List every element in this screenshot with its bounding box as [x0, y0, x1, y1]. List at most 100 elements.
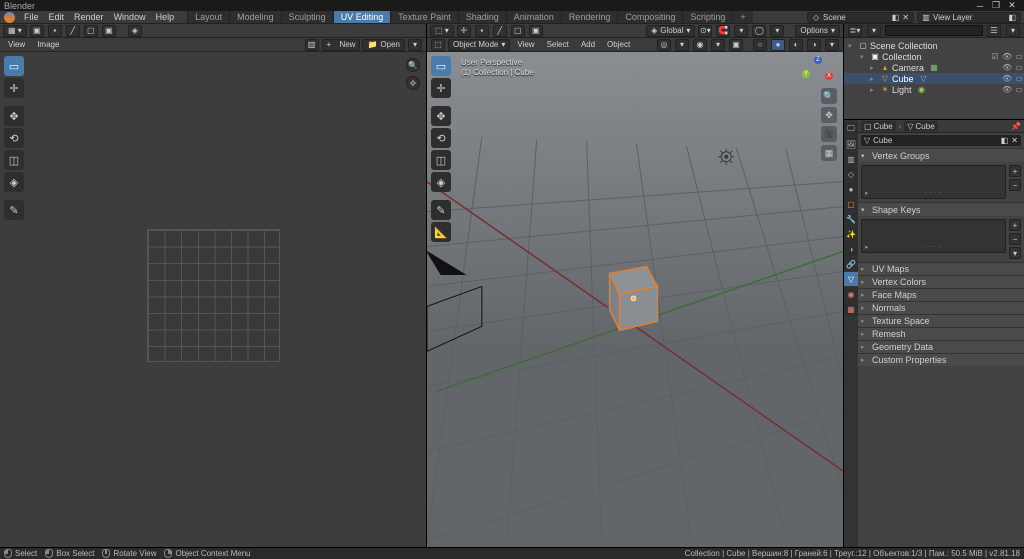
- mesh-unlink-icon[interactable]: ✕: [1011, 136, 1018, 145]
- menu-file[interactable]: File: [19, 12, 44, 22]
- panel-texture-space[interactable]: ▸Texture Space: [858, 314, 1024, 327]
- tree-camera[interactable]: ▸ ▴ Camera ▦ 👁 ▭: [844, 62, 1024, 73]
- tree-light[interactable]: ▸ ☀ Light ◉ 👁 ▭: [844, 84, 1024, 95]
- axis-z[interactable]: Z: [814, 56, 822, 64]
- outliner-filter-button[interactable]: ☰: [987, 25, 1001, 37]
- xray-toggle[interactable]: ▣: [729, 39, 743, 51]
- panel-remesh[interactable]: ▸Remesh: [858, 327, 1024, 340]
- menu-help[interactable]: Help: [151, 12, 180, 22]
- sk-remove-button[interactable]: −: [1009, 233, 1021, 245]
- tool-move[interactable]: ✥: [431, 106, 451, 126]
- axis-x[interactable]: X: [825, 72, 833, 80]
- view3d-menu-add[interactable]: Add: [576, 40, 600, 49]
- uv-menu-view[interactable]: View: [3, 40, 30, 49]
- viewlayer-selector[interactable]: ▥ View Layer ◧: [917, 12, 1021, 23]
- cube-disable[interactable]: ▭: [1014, 74, 1024, 83]
- ptab-physics[interactable]: ◑: [844, 242, 858, 256]
- camera-hide[interactable]: 👁: [1002, 63, 1012, 72]
- snap-type-button[interactable]: ▾: [734, 25, 748, 37]
- uv-pan-button[interactable]: ✥: [406, 76, 420, 90]
- gizmo-dropdown[interactable]: ▾: [675, 39, 689, 51]
- menu-render[interactable]: Render: [69, 12, 109, 22]
- tab-animation[interactable]: Animation: [506, 11, 561, 23]
- panel-vertex-colors[interactable]: ▸Vertex Colors: [858, 275, 1024, 288]
- uv-selmode-vertex[interactable]: ▪: [48, 25, 62, 37]
- panel-geometry-data[interactable]: ▸Geometry Data: [858, 340, 1024, 353]
- view3d-selmode-vertex[interactable]: ▪: [475, 25, 489, 37]
- ptab-data[interactable]: ▽: [844, 272, 858, 286]
- view3d-cursor-tool-icon[interactable]: ✛: [457, 25, 471, 37]
- tab-layout[interactable]: Layout: [187, 11, 229, 23]
- nav-camera[interactable]: 🎥: [821, 126, 837, 142]
- tool-select-box[interactable]: ▭: [431, 56, 451, 76]
- tab-modeling[interactable]: Modeling: [229, 11, 281, 23]
- ptab-render[interactable]: 🖵: [844, 122, 858, 136]
- scene-new-icon[interactable]: ✕: [902, 13, 909, 22]
- tab-compositing[interactable]: Compositing: [617, 11, 682, 23]
- outliner-tree[interactable]: ▾▢ Scene Collection ▾ ▣ Collection ☑ 👁 ▭…: [844, 38, 1024, 119]
- nav-pan[interactable]: ✥: [821, 107, 837, 123]
- uv-menu-image[interactable]: Image: [32, 40, 64, 49]
- uv-selmode-face[interactable]: ▢: [84, 25, 98, 37]
- proportional-type-button[interactable]: ▾: [770, 25, 784, 37]
- uv-canvas[interactable]: ▭ ✛ ✥ ⟲ ◫ ◈ ✎ 🔍 ✥: [0, 52, 426, 547]
- ptab-output[interactable]: 🖼: [844, 137, 858, 151]
- scene-selector[interactable]: ◇ Scene ◧ ✕: [807, 12, 914, 23]
- crumb-data[interactable]: ▽ Cube: [904, 121, 937, 131]
- view3d-selmode-edge[interactable]: ╱: [493, 25, 507, 37]
- uv-tool-select-box[interactable]: ▭: [4, 56, 24, 76]
- menu-edit[interactable]: Edit: [44, 12, 70, 22]
- collection-disable[interactable]: ▭: [1014, 52, 1024, 61]
- mesh-browse-icon[interactable]: ◧: [1001, 136, 1009, 145]
- uv-tool-scale[interactable]: ◫: [4, 150, 24, 170]
- snap-button[interactable]: 🧲: [716, 25, 730, 37]
- tab-rendering[interactable]: Rendering: [561, 11, 618, 23]
- pivot-button[interactable]: ⊙▾: [698, 25, 712, 37]
- uv-editor-type-button[interactable]: ▦ ▾: [3, 25, 27, 37]
- panel-face-maps[interactable]: ▸Face Maps: [858, 288, 1024, 301]
- shading-solid[interactable]: ●: [771, 39, 785, 51]
- uv-sync-button[interactable]: ▣: [30, 25, 44, 37]
- vertex-groups-list[interactable]: ▸····: [861, 165, 1006, 199]
- light-disable[interactable]: ▭: [1014, 85, 1024, 94]
- uv-tool-transform[interactable]: ◈: [4, 172, 24, 192]
- ptab-scene[interactable]: ◇: [844, 167, 858, 181]
- tool-rotate[interactable]: ⟲: [431, 128, 451, 148]
- menu-window[interactable]: Window: [109, 12, 151, 22]
- vg-remove-button[interactable]: −: [1009, 179, 1021, 191]
- panel-uv-maps[interactable]: ▸UV Maps: [858, 262, 1024, 275]
- view3d-canvas[interactable]: User Perspective (1) Collection | Cube ▭…: [427, 52, 843, 547]
- uv-open-button[interactable]: 📁 Open: [362, 39, 405, 51]
- vg-add-button[interactable]: +: [1009, 165, 1021, 177]
- panel-head-vertex-groups[interactable]: ▾Vertex Groups: [858, 149, 1024, 162]
- ptab-world[interactable]: ●: [844, 182, 858, 196]
- close-button[interactable]: ✕: [1004, 0, 1020, 11]
- uv-tool-rotate[interactable]: ⟲: [4, 128, 24, 148]
- view3d-selmode-extra[interactable]: ▣: [529, 25, 543, 37]
- ptab-material[interactable]: ◉: [844, 287, 858, 301]
- shading-dropdown[interactable]: ▾: [825, 39, 839, 51]
- nav-gizmo[interactable]: Z Y X: [805, 58, 831, 84]
- shape-keys-list[interactable]: ▸····: [861, 219, 1006, 253]
- collection-hide[interactable]: 👁: [1002, 52, 1012, 61]
- mesh-name-field[interactable]: ▽ Cube ◧ ✕: [861, 135, 1021, 146]
- tree-collection[interactable]: ▾ ▣ Collection ☑ 👁 ▭: [844, 51, 1024, 62]
- uv-new-button[interactable]: + New: [322, 39, 361, 51]
- shading-lookdev[interactable]: ◐: [789, 39, 803, 51]
- shading-rendered[interactable]: ◑: [807, 39, 821, 51]
- minimize-button[interactable]: ─: [972, 1, 988, 11]
- axis-y[interactable]: Y: [802, 70, 810, 78]
- tab-sculpting[interactable]: Sculpting: [281, 11, 333, 23]
- uv-pin-button[interactable]: ▾: [408, 39, 422, 51]
- sk-menu-button[interactable]: ▾: [1009, 247, 1021, 259]
- cube-hide[interactable]: 👁: [1002, 74, 1012, 83]
- view3d-menu-view[interactable]: View: [512, 40, 539, 49]
- outliner-display-mode[interactable]: ▾: [867, 25, 881, 37]
- scene-browse-icon[interactable]: ◧: [892, 13, 900, 22]
- tool-measure[interactable]: 📐: [431, 222, 451, 242]
- view3d-menu-select[interactable]: Select: [542, 40, 574, 49]
- ptab-constraints[interactable]: 🔗: [844, 257, 858, 271]
- tree-cube[interactable]: ▸ ▽ Cube ▽ 👁 ▭: [844, 73, 1024, 84]
- transform-orientation[interactable]: ◈ Global ▾: [646, 25, 695, 37]
- nav-zoom[interactable]: 🔍: [821, 88, 837, 104]
